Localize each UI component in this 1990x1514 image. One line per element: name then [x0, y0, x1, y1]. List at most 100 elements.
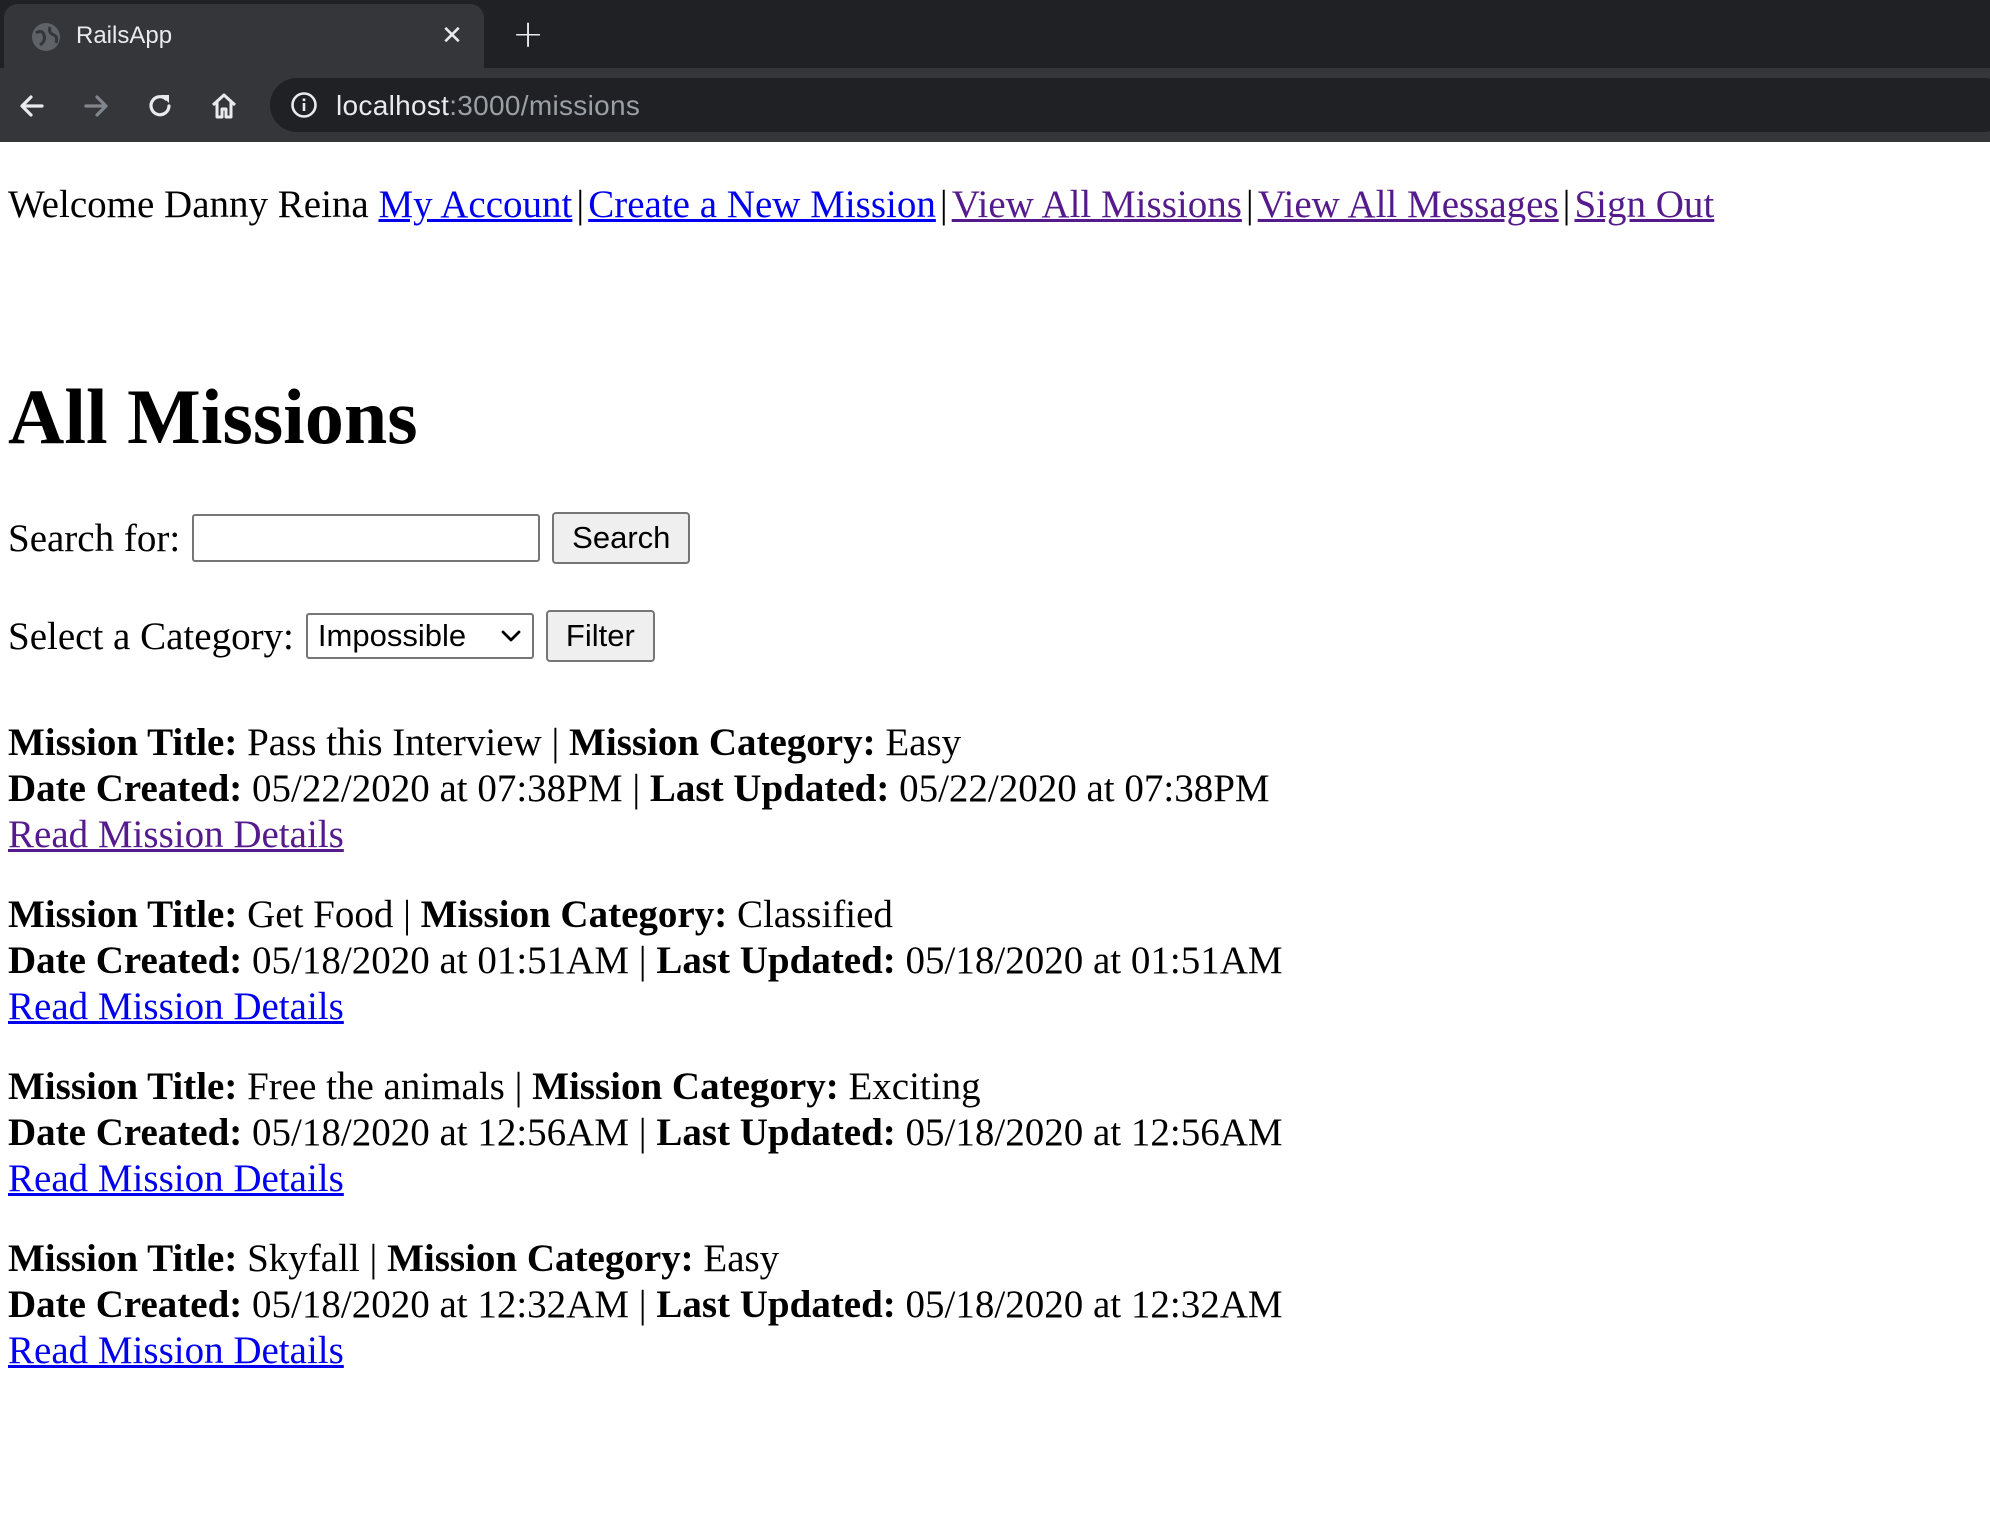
top-nav: Welcome Danny Reina My Account | Create a … [8, 182, 1714, 227]
mission-link-line: Read Mission Details [8, 984, 1283, 1030]
pipe-separator: | [403, 893, 411, 936]
pipe-separator: | [369, 1237, 378, 1280]
last-updated: 05/22/2020 at 07:38PM [899, 767, 1270, 810]
mission-title-line: Mission Title: Get Food | Mission Catego… [8, 892, 1283, 938]
mission-item: Mission Title: Get Food | Mission Catego… [8, 892, 1283, 1030]
reload-icon[interactable] [138, 84, 182, 128]
mission-category-label: Mission Category: [532, 1065, 839, 1108]
address-bar[interactable]: localhost:3000/missions [270, 78, 1990, 132]
read-mission-details-link[interactable]: Read Mission Details [8, 813, 344, 856]
mission-category: Easy [885, 721, 962, 764]
mission-title-line: Mission Title: Free the animals | Missio… [8, 1064, 1283, 1110]
last-updated-label: Last Updated: [656, 1283, 896, 1326]
last-updated-label: Last Updated: [656, 1111, 896, 1154]
category-select[interactable]: Impossible [305, 613, 534, 659]
filter-button[interactable]: Filter [545, 610, 655, 662]
date-created: 05/18/2020 at 12:32AM [252, 1283, 630, 1326]
mission-item: Mission Title: Free the animals | Missio… [8, 1064, 1283, 1202]
chevron-down-icon [501, 630, 521, 642]
date-created-label: Date Created: [8, 939, 243, 982]
mission-title: Free the animals [247, 1065, 505, 1108]
mission-title-label: Mission Title: [8, 1237, 238, 1280]
globe-icon [32, 23, 60, 51]
url-text: localhost:3000/missions [336, 90, 640, 122]
date-created-label: Date Created: [8, 767, 243, 810]
url-host: localhost [336, 90, 450, 121]
mission-title: Pass this Interview [247, 721, 542, 764]
search-form: Search for: Search [8, 512, 691, 564]
mission-title: Get Food [247, 893, 394, 936]
mission-category-label: Mission Category: [387, 1237, 694, 1280]
date-created-label: Date Created: [8, 1111, 243, 1154]
url-path: :3000/missions [449, 90, 641, 121]
nav-link-sign-out[interactable]: Sign Out [1574, 183, 1714, 226]
info-icon[interactable] [290, 91, 318, 119]
mission-title: Skyfall [247, 1237, 360, 1280]
last-updated: 05/18/2020 at 12:32AM [905, 1283, 1283, 1326]
mission-category-label: Mission Category: [569, 721, 876, 764]
date-created: 05/18/2020 at 01:51AM [252, 939, 630, 982]
mission-title-label: Mission Title: [8, 893, 238, 936]
home-icon[interactable] [202, 84, 246, 128]
last-updated: 05/18/2020 at 01:51AM [905, 939, 1283, 982]
browser-toolbar: localhost:3000/missions [0, 68, 1990, 142]
mission-item: Mission Title: Skyfall | Mission Categor… [8, 1236, 1283, 1374]
pipe-separator: | [514, 1065, 523, 1108]
mission-dates-line: Date Created: 05/18/2020 at 12:32AM | La… [8, 1282, 1283, 1328]
nav-separator: | [1245, 183, 1254, 226]
browser-tab[interactable]: RailsApp ✕ [4, 4, 484, 68]
nav-link-my-account[interactable]: My Account [378, 183, 572, 226]
search-label: Search for: [8, 516, 181, 560]
last-updated: 05/18/2020 at 12:56AM [905, 1111, 1283, 1154]
search-input[interactable] [192, 514, 541, 562]
tab-title: RailsApp [76, 22, 173, 49]
mission-title-line: Mission Title: Skyfall | Mission Categor… [8, 1236, 1283, 1282]
read-mission-details-link[interactable]: Read Mission Details [8, 1157, 344, 1200]
tab-strip: RailsApp ✕ + [0, 0, 1990, 68]
last-updated-label: Last Updated: [656, 939, 896, 982]
forward-arrow-icon[interactable] [74, 84, 118, 128]
date-created: 05/22/2020 at 07:38PM [252, 767, 623, 810]
page-title: All Missions [8, 373, 418, 460]
read-mission-details-link[interactable]: Read Mission Details [8, 985, 344, 1028]
mission-link-line: Read Mission Details [8, 812, 1283, 858]
nav-separator: | [1562, 183, 1571, 226]
category-selected-value: Impossible [317, 618, 467, 653]
date-created: 05/18/2020 at 12:56AM [252, 1111, 630, 1154]
nav-link-create-a-new-mission[interactable]: Create a New Mission [588, 183, 936, 226]
mission-item: Mission Title: Pass this Interview | Mis… [8, 720, 1283, 858]
mission-category-label: Mission Category: [420, 893, 728, 936]
pipe-separator: | [638, 1111, 647, 1154]
welcome-text: Welcome Danny Reina [8, 183, 369, 226]
mission-dates-line: Date Created: 05/18/2020 at 01:51AM | La… [8, 938, 1283, 984]
mission-category: Classified [736, 893, 893, 936]
nav-link-view-all-missions[interactable]: View All Missions [952, 183, 1242, 226]
pipe-separator: | [638, 1283, 647, 1326]
mission-category: Exciting [848, 1065, 981, 1108]
filter-form: Select a Category: Impossible Filter [8, 610, 655, 662]
mission-list: Mission Title: Pass this Interview | Mis… [8, 720, 1283, 1408]
mission-dates-line: Date Created: 05/22/2020 at 07:38PM | La… [8, 766, 1283, 812]
mission-title-line: Mission Title: Pass this Interview | Mis… [8, 720, 1283, 766]
close-icon[interactable]: ✕ [434, 18, 470, 54]
category-label: Select a Category: [8, 614, 294, 658]
mission-title-label: Mission Title: [8, 1065, 238, 1108]
browser-chrome: RailsApp ✕ + localhost:3000/missions [0, 0, 1990, 142]
mission-category: Easy [703, 1237, 780, 1280]
search-button[interactable]: Search [552, 512, 691, 564]
date-created-label: Date Created: [8, 1283, 243, 1326]
pipe-separator: | [551, 721, 560, 764]
mission-link-line: Read Mission Details [8, 1156, 1283, 1202]
pipe-separator: | [632, 767, 641, 810]
nav-link-view-all-messages[interactable]: View All Messages [1258, 183, 1559, 226]
mission-dates-line: Date Created: 05/18/2020 at 12:56AM | La… [8, 1110, 1283, 1156]
pipe-separator: | [638, 939, 647, 982]
read-mission-details-link[interactable]: Read Mission Details [8, 1329, 344, 1372]
mission-title-label: Mission Title: [8, 721, 238, 764]
nav-separator: | [939, 183, 948, 226]
plus-icon[interactable]: + [508, 14, 548, 54]
back-arrow-icon[interactable] [10, 84, 54, 128]
mission-link-line: Read Mission Details [8, 1328, 1283, 1374]
nav-separator: | [576, 183, 585, 226]
last-updated-label: Last Updated: [649, 767, 890, 810]
